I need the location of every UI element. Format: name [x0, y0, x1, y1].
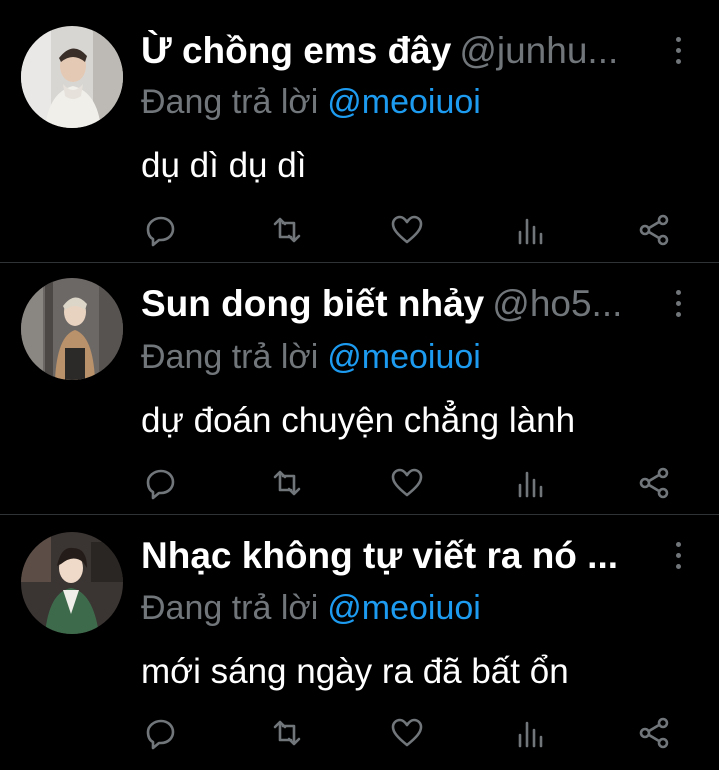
heart-icon	[391, 718, 423, 747]
heart-icon	[391, 215, 423, 244]
tweet-item[interactable]: Sun dong biết nhảy @ho5... Đang trả lời @m…	[0, 263, 719, 514]
like-button[interactable]	[387, 713, 427, 753]
tweet-item[interactable]: Nhạc không tự viết ra nó ... Đang trả lờ…	[0, 515, 719, 770]
retweet-button[interactable]	[267, 713, 307, 753]
display-name[interactable]: Sun dong biết nhảy	[141, 283, 484, 324]
tweet-header: Sun dong biết nhảy @ho5...	[141, 280, 651, 328]
views-button[interactable]	[511, 713, 551, 753]
tweet-actions	[141, 713, 677, 753]
reply-button[interactable]	[141, 463, 181, 503]
tweet-actions	[141, 210, 677, 250]
retweet-icon	[273, 720, 301, 746]
like-button[interactable]	[387, 210, 427, 250]
reply-icon	[146, 469, 175, 500]
more-vertical-icon	[676, 290, 681, 295]
avatar[interactable]	[21, 532, 123, 634]
more-options-button[interactable]	[669, 539, 689, 573]
tweet-text: dự đoán chuyện chẳng lành	[141, 401, 576, 440]
avatar-photo-icon	[21, 26, 123, 128]
user-handle[interactable]: @ho5...	[492, 283, 622, 324]
display-name[interactable]: Ừ chồng ems đây	[141, 30, 451, 71]
more-vertical-icon	[676, 37, 681, 42]
reply-mention-link[interactable]: @meoiuoi	[327, 338, 481, 376]
retweet-icon	[273, 217, 301, 243]
share-button[interactable]	[635, 713, 675, 753]
reply-prefix: Đang trả lời	[141, 589, 319, 627]
share-icon	[639, 467, 669, 499]
reply-icon	[146, 719, 175, 750]
views-icon	[518, 218, 543, 245]
share-button[interactable]	[635, 463, 675, 503]
avatar[interactable]	[21, 26, 123, 128]
tweet-item[interactable]: Ừ chồng ems đây @junhu... Đang trả lời @me…	[0, 0, 719, 262]
reply-mention-link[interactable]: @meoiuoi	[327, 83, 481, 121]
share-icon	[639, 717, 669, 749]
more-vertical-icon	[676, 542, 681, 547]
views-button[interactable]	[511, 463, 551, 503]
reply-prefix: Đang trả lời	[141, 338, 319, 376]
more-options-button[interactable]	[669, 34, 689, 68]
tweet-header: Ừ chồng ems đây @junhu...	[141, 27, 651, 75]
views-icon	[518, 471, 543, 498]
display-name[interactable]: Nhạc không tự viết ra nó ...	[141, 535, 618, 576]
retweet-icon	[273, 470, 301, 496]
replying-to: Đang trả lời @meoiuoi	[141, 586, 481, 630]
reply-mention-link[interactable]: @meoiuoi	[327, 589, 481, 627]
views-button[interactable]	[511, 210, 551, 250]
avatar-photo-icon	[21, 532, 123, 634]
replying-to: Đang trả lời @meoiuoi	[141, 80, 481, 124]
user-handle[interactable]: @junhu...	[459, 30, 618, 71]
tweet-header: Nhạc không tự viết ra nó ...	[141, 532, 651, 580]
reply-button[interactable]	[141, 210, 181, 250]
more-options-button[interactable]	[669, 287, 689, 321]
avatar[interactable]	[21, 278, 123, 380]
like-button[interactable]	[387, 463, 427, 503]
share-icon	[639, 214, 669, 246]
retweet-button[interactable]	[267, 463, 307, 503]
avatar-photo-icon	[21, 278, 123, 380]
share-button[interactable]	[635, 210, 675, 250]
tweet-text: mới sáng ngày ra đã bất ổn	[141, 652, 569, 691]
views-icon	[518, 721, 543, 748]
reply-icon	[146, 216, 175, 247]
heart-icon	[391, 468, 423, 497]
retweet-button[interactable]	[267, 210, 307, 250]
tweet-actions	[141, 463, 677, 503]
replying-to: Đang trả lời @meoiuoi	[141, 335, 481, 379]
reply-button[interactable]	[141, 713, 181, 753]
reply-prefix: Đang trả lời	[141, 83, 319, 121]
tweet-text: dụ dì dụ dì	[141, 146, 307, 185]
